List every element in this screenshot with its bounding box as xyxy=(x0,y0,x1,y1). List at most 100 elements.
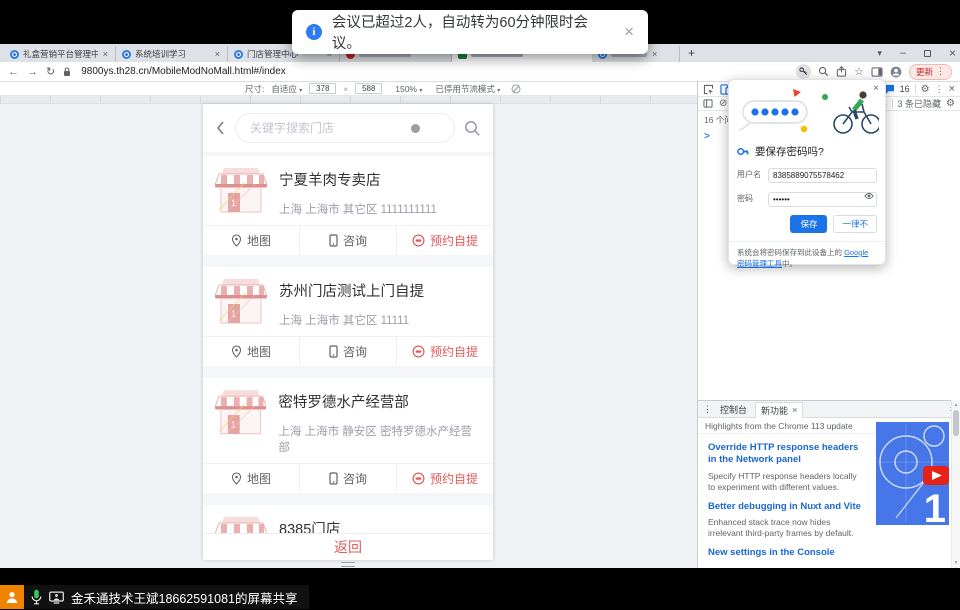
dialog-title-row: 要保存密码吗? xyxy=(737,144,877,159)
device-emulator-canvas: 1 宁夏羊肉专卖店 上海 上海市 其它区 1111111111 xyxy=(0,96,697,568)
pickup-button[interactable]: 预约自提 xyxy=(397,464,493,493)
console-sidebar-icon[interactable] xyxy=(703,99,713,108)
profile-avatar-icon[interactable] xyxy=(890,66,902,78)
store-card-main: 1 苏州门店测试上门自提 上海 上海市 其它区 11111 xyxy=(203,267,493,336)
tab-training[interactable]: 系统培训学习 × xyxy=(116,46,228,62)
tab-favicon xyxy=(122,50,131,59)
tab-close-icon[interactable]: × xyxy=(651,49,658,59)
console-settings-gear-icon[interactable]: ⚙ xyxy=(946,98,955,109)
address-bar[interactable]: 9800ys.th28.cn/MobileModNoMall.html#/ind… xyxy=(81,66,286,77)
show-password-eye-icon[interactable] xyxy=(864,192,874,200)
self-pickup-icon xyxy=(412,472,425,485)
password-illustration xyxy=(737,86,879,136)
devtools-menu-kebab-icon[interactable]: ⋮ xyxy=(935,84,944,95)
device-toolbar: 尺寸: 自适应 ▾ × 150% ▾ 已停用节流模式 ▾ xyxy=(0,82,697,96)
back-chevron-icon[interactable] xyxy=(215,120,226,136)
map-button[interactable]: 地图 xyxy=(203,464,300,493)
divider xyxy=(892,99,893,109)
viewport-height-input[interactable] xyxy=(355,83,382,94)
store-name: 苏州门店测试上门自提 xyxy=(279,280,424,301)
back-button[interactable]: ← xyxy=(8,66,19,78)
clear-console-icon[interactable]: ⊘ xyxy=(719,98,727,109)
devtools-close-button[interactable]: × xyxy=(949,83,955,95)
zoom-select[interactable]: 150% ▾ xyxy=(395,84,422,94)
share-icon[interactable] xyxy=(836,66,847,77)
participant-icon xyxy=(0,585,24,609)
viewport-resize-handle[interactable] xyxy=(341,562,355,567)
drawer-scrollbar[interactable]: ▲ ▼ xyxy=(951,400,960,568)
bookmark-star-icon[interactable]: ☆ xyxy=(854,65,864,78)
save-password-button[interactable]: 保存 xyxy=(790,215,827,233)
never-save-button[interactable]: 一律不 xyxy=(833,215,877,233)
tab-console-drawer[interactable]: 控制台 xyxy=(715,401,752,418)
window-close-button[interactable]: × xyxy=(949,46,956,60)
hidden-messages-count: 3 条已隐藏 xyxy=(898,97,942,110)
tab-close-icon[interactable]: × xyxy=(102,49,109,59)
screen: 礼盒营销平台管理中心 × 系统培训学习 × 门店管理中心 × xyxy=(0,0,960,610)
store-name: 宁夏羊肉专卖店 xyxy=(279,169,437,190)
dialog-close-icon[interactable]: × xyxy=(873,83,879,94)
consult-button[interactable]: 咨询 xyxy=(300,337,397,366)
password-field[interactable] xyxy=(768,192,877,207)
scroll-down-arrow[interactable]: ▼ xyxy=(952,560,960,566)
lock-icon[interactable] xyxy=(63,67,71,77)
window-minimize-button[interactable]: – xyxy=(900,47,906,59)
search-icon[interactable] xyxy=(464,120,481,137)
play-button[interactable] xyxy=(923,466,949,485)
chevron-down-icon: ▾ xyxy=(299,88,302,94)
browser-menu-kebab-icon[interactable]: ⋮ xyxy=(936,66,945,77)
scroll-up-arrow[interactable]: ▲ xyxy=(952,402,960,408)
info-icon: i xyxy=(306,24,322,40)
tab-close-icon[interactable]: × xyxy=(792,405,797,415)
self-pickup-icon xyxy=(412,234,425,247)
throttling-select[interactable]: 已停用节流模式 ▾ xyxy=(435,83,500,95)
chevron-down-icon: ▾ xyxy=(419,88,422,94)
viewport-width-input[interactable] xyxy=(309,83,336,94)
store-card-main: 1 宁夏羊肉专卖店 上海 上海市 其它区 1111111111 xyxy=(203,156,493,225)
divider xyxy=(915,84,916,94)
new-tab-button[interactable]: + xyxy=(680,46,703,62)
tab-whats-new[interactable]: 新功能 × xyxy=(755,402,803,418)
tab-close-icon[interactable]: × xyxy=(214,49,221,59)
map-button[interactable]: 地图 xyxy=(203,226,300,255)
side-panel-icon[interactable] xyxy=(871,67,883,77)
devtools-settings-gear-icon[interactable]: ⚙ xyxy=(921,84,930,95)
mobile-phone-icon xyxy=(329,234,338,247)
microphone-icon xyxy=(31,589,42,605)
device-mode-select[interactable]: 自适应 ▾ xyxy=(271,83,302,95)
back-button-bar[interactable]: 返回 xyxy=(203,533,493,560)
forward-button[interactable]: → xyxy=(27,66,38,78)
password-key-icon[interactable] xyxy=(796,64,811,79)
update-button[interactable]: 更新 ⋮ xyxy=(909,64,952,80)
store-name: 8385门店 xyxy=(279,518,340,533)
whats-new-link[interactable]: New settings in the Console xyxy=(708,547,863,559)
consult-button[interactable]: 咨询 xyxy=(300,226,397,255)
drawer-menu-kebab-icon[interactable]: ⋮ xyxy=(703,404,712,415)
dimensions-label: 尺寸: xyxy=(245,83,264,95)
toast-close-icon[interactable]: × xyxy=(624,22,634,42)
tab-title: 系统培训学习 xyxy=(135,48,210,60)
location-pin-icon xyxy=(231,472,242,485)
mobile-phone-icon xyxy=(329,472,338,485)
pickup-button[interactable]: 预约自提 xyxy=(397,226,493,255)
reload-button[interactable]: ↻ xyxy=(46,65,55,78)
window-menu-icon[interactable]: ▾ xyxy=(877,48,882,59)
whats-new-link[interactable]: Override HTTP response headers in the Ne… xyxy=(708,442,863,467)
zoom-icon[interactable] xyxy=(818,66,829,77)
map-button[interactable]: 地图 xyxy=(203,337,300,366)
username-field[interactable] xyxy=(768,168,877,183)
store-card-clipped: 8385门店 xyxy=(203,505,493,533)
window-restore-button[interactable] xyxy=(924,50,931,57)
whats-new-text: Enhanced stack trace now hides irrelevan… xyxy=(708,517,863,540)
scrollbar-thumb[interactable] xyxy=(953,410,959,436)
no-throttling-icon[interactable] xyxy=(511,84,521,94)
whats-new-link[interactable]: Better debugging in Nuxt and Vite xyxy=(708,501,863,513)
issues-count[interactable]: 16 xyxy=(900,84,910,94)
password-label: 密码 xyxy=(737,193,763,204)
store-search-input[interactable] xyxy=(235,113,455,143)
tab-gift-platform[interactable]: 礼盒营销平台管理中心 × xyxy=(4,46,116,62)
consult-button[interactable]: 咨询 xyxy=(300,464,397,493)
pickup-button[interactable]: 预约自提 xyxy=(397,337,493,366)
chrome-version-number: 1 xyxy=(924,489,946,529)
inspect-element-icon[interactable] xyxy=(703,84,714,95)
